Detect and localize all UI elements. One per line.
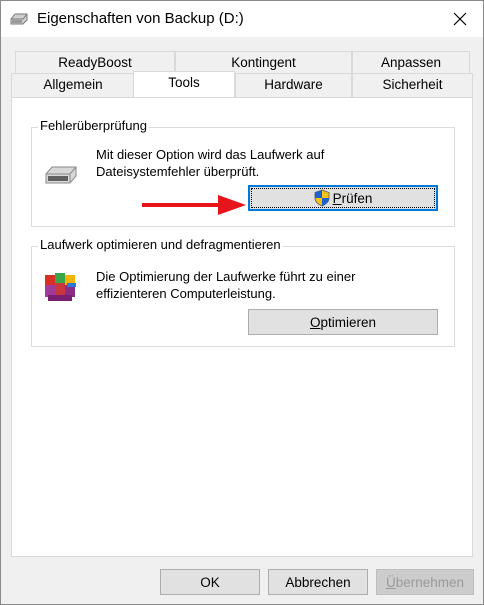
check-button-label: Prüfen	[332, 190, 373, 206]
uac-shield-icon	[314, 189, 329, 207]
apply-button-label: Übernehmen	[385, 574, 465, 590]
tab-label: Anpassen	[380, 55, 442, 70]
tab-kontingent[interactable]: Kontingent	[175, 51, 352, 73]
tab-label: Allgemein	[43, 77, 103, 92]
cancel-button-label: Abbrechen	[285, 574, 351, 590]
tab-label: Sicherheit	[382, 77, 443, 92]
tab-allgemein[interactable]: Allgemein	[11, 73, 135, 97]
cancel-button[interactable]: Abbrechen	[268, 569, 368, 595]
error-check-description-line1: Mit dieser Option wird das Laufwerk auf	[96, 147, 325, 162]
optimize-description-line1: Die Optimierung der Laufwerke führt zu e…	[96, 269, 356, 284]
optimize-button[interactable]: Optimieren	[248, 309, 438, 335]
apply-button[interactable]: Übernehmen	[376, 569, 474, 595]
close-icon	[453, 12, 467, 26]
optimize-description-line2: effizienteren Computerleistung.	[96, 286, 276, 301]
annotation-arrow-icon	[142, 195, 246, 215]
ok-button[interactable]: OK	[160, 569, 260, 595]
error-check-description-line2: Dateisystemfehler überprüft.	[96, 164, 260, 179]
tab-label: Tools	[168, 75, 200, 90]
tab-tools[interactable]: Tools	[133, 71, 235, 97]
drive-icon	[45, 166, 77, 184]
drive-icon	[10, 13, 28, 25]
optimize-button-label: Optimieren	[309, 314, 377, 330]
check-button[interactable]: Prüfen	[248, 185, 438, 211]
tab-label: Hardware	[264, 77, 323, 92]
error-check-title: Fehlerüberprüfung	[38, 118, 149, 133]
optimize-group: Laufwerk optimieren und defragmentieren …	[31, 237, 455, 347]
properties-dialog: Eigenschaften von Backup (D:) ReadyBoost…	[0, 0, 484, 605]
tab-label: ReadyBoost	[58, 55, 132, 70]
tab-readyboost[interactable]: ReadyBoost	[15, 51, 175, 73]
close-button[interactable]	[437, 1, 483, 37]
title-bar[interactable]: Eigenschaften von Backup (D:)	[1, 1, 483, 37]
tools-tab-panel: Fehlerüberprüfung Mit dieser Option wird…	[11, 97, 473, 557]
tab-sicherheit[interactable]: Sicherheit	[352, 73, 473, 97]
tab-anpassen[interactable]: Anpassen	[352, 51, 470, 73]
tab-hardware[interactable]: Hardware	[235, 73, 352, 97]
tab-label: Kontingent	[231, 55, 296, 70]
optimize-title: Laufwerk optimieren und defragmentieren	[38, 237, 283, 252]
ok-button-label: OK	[200, 574, 220, 590]
defrag-icon	[45, 273, 76, 301]
window-title: Eigenschaften von Backup (D:)	[37, 10, 244, 27]
